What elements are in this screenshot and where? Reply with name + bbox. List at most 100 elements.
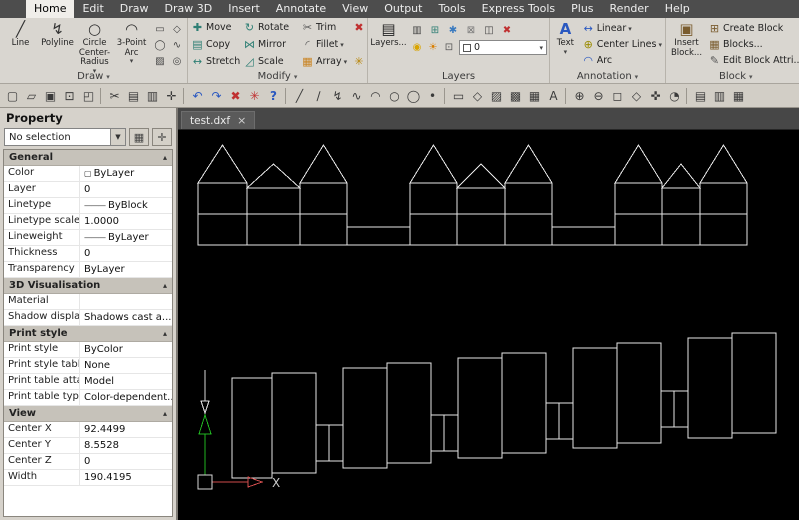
layers-manager-button[interactable]: ▤ Layers... — [370, 19, 407, 70]
menu-item[interactable]: Home — [26, 0, 75, 18]
help-icon[interactable]: ? — [264, 86, 283, 105]
table-icon[interactable]: ▦ — [525, 86, 544, 105]
donut-icon[interactable]: ◎ — [169, 54, 185, 69]
menu-item[interactable]: Output — [376, 0, 430, 18]
property-value[interactable]: ByColor — [80, 342, 172, 357]
ellipse-icon[interactable]: ◯ — [152, 38, 168, 53]
explode-button[interactable]: ✳ ▾ — [352, 53, 368, 70]
move-button[interactable]: ✚ Move ▾ — [190, 19, 242, 36]
create-block-button[interactable]: ⊞ Create Block — [707, 21, 799, 37]
layers-icon[interactable]: ▤ — [691, 86, 710, 105]
layer-off-icon[interactable]: ✖ — [499, 23, 515, 38]
three-point-arc-button[interactable]: ◠ 3-Point Arc ▾ — [113, 19, 150, 70]
bulb-icon[interactable]: ◉ — [409, 40, 425, 55]
layer-freeze-icon[interactable]: ✱ — [445, 23, 461, 38]
group-label-modify[interactable]: Modify ▾ — [190, 70, 365, 83]
layer-lock-icon[interactable]: ⊠ — [463, 23, 479, 38]
menu-item[interactable]: Express Tools — [474, 0, 564, 18]
menu-item[interactable]: Edit — [74, 0, 111, 18]
print-preview-icon[interactable]: ◰ — [79, 86, 98, 105]
print-layer-icon[interactable]: ⊡ — [441, 40, 457, 55]
undo-icon[interactable]: ↶ — [188, 86, 207, 105]
point-icon[interactable]: • — [423, 86, 442, 105]
construction-line-icon[interactable]: ∕ — [309, 86, 328, 105]
property-value[interactable] — [80, 294, 172, 309]
menu-item[interactable]: Annotate — [268, 0, 334, 18]
erase-button[interactable]: ✖ ▾ — [352, 19, 368, 36]
property-value[interactable]: 0 — [80, 182, 172, 197]
mirror-button[interactable]: ⋈ Mirror ▾ — [242, 36, 300, 53]
erase-icon[interactable]: ✖ — [226, 86, 245, 105]
menu-item[interactable]: Draw — [112, 0, 157, 18]
arc-dimension-button[interactable]: ◠ Arc ▾ — [581, 53, 663, 69]
layer-select[interactable]: 0 ▾ — [459, 40, 547, 55]
layer-isolate-icon[interactable]: ◫ — [481, 23, 497, 38]
print-icon[interactable]: ⊡ — [60, 86, 79, 105]
group-label-annotation[interactable]: Annotation ▾ — [552, 70, 663, 83]
text-button[interactable]: A Text ▾ — [552, 19, 579, 70]
section-header[interactable]: View ▴ — [4, 406, 172, 422]
property-value[interactable]: 8.5528 — [80, 438, 172, 453]
pan-icon[interactable]: ✜ — [646, 86, 665, 105]
sun-icon[interactable]: ☀ — [425, 40, 441, 55]
edit-block-attributes-button[interactable]: ✎ Edit Block Attri... — [707, 53, 799, 69]
paste-icon[interactable]: ▥ — [143, 86, 162, 105]
property-value[interactable]: ByLayer — [80, 262, 172, 277]
delete-duplicates-icon[interactable]: ✳ — [245, 86, 264, 105]
insert-block-button[interactable]: ▣ Insert Block... — [668, 19, 705, 70]
open-icon[interactable]: ▱ — [22, 86, 41, 105]
property-value[interactable]: 0 — [80, 454, 172, 469]
circle-icon[interactable]: ○ — [385, 86, 404, 105]
group-label-draw[interactable]: Draw ▾ — [2, 70, 185, 83]
menu-item[interactable]: Render — [602, 0, 657, 18]
stretch-button[interactable]: ↔ Stretch ▾ — [190, 53, 242, 70]
layer-new-icon[interactable]: ⊞ — [427, 23, 443, 38]
zoom-extents-icon[interactable]: ◇ — [627, 86, 646, 105]
center-lines-button[interactable]: ⊕ Center Lines ▾ — [581, 37, 663, 53]
circle-center-radius-button[interactable]: ○ Circle Center-Radius ▾ — [76, 19, 113, 74]
line-button[interactable]: ╱ Line ▾ — [2, 19, 39, 70]
redo-icon[interactable]: ↷ — [207, 86, 226, 105]
group-label-layers[interactable]: Layers ▾ — [370, 70, 547, 83]
copy-button[interactable]: ▤ Copy ▾ — [190, 36, 242, 53]
polyline-button[interactable]: ↯ Polyline ▾ — [39, 19, 76, 70]
zoom-window-icon[interactable]: ◻ — [608, 86, 627, 105]
property-value[interactable]: Color-dependent... — [80, 390, 172, 405]
zoom-out-icon[interactable]: ⊖ — [589, 86, 608, 105]
hatch-icon[interactable]: ▨ — [487, 86, 506, 105]
spline-icon[interactable]: ∿ — [347, 86, 366, 105]
property-value[interactable]: ——— ByBlock — [80, 198, 172, 213]
section-header[interactable]: Print style ▴ — [4, 326, 172, 342]
line-icon[interactable]: ╱ — [290, 86, 309, 105]
menu-item[interactable]: Tools — [430, 0, 473, 18]
document-tab[interactable]: test.dxf × — [181, 111, 256, 129]
rectangle-icon[interactable]: ▭ — [449, 86, 468, 105]
scale-button[interactable]: ◿ Scale ▾ — [242, 53, 300, 70]
copy-icon[interactable]: ▤ — [124, 86, 143, 105]
linear-dimension-button[interactable]: ↔ Linear ▾ — [581, 21, 663, 37]
property-value[interactable]: ▢ ByLayer — [80, 166, 172, 181]
properties-icon[interactable]: ▥ — [710, 86, 729, 105]
property-value[interactable]: Model — [80, 374, 172, 389]
selection-dropdown[interactable]: No selection ▼ — [4, 128, 126, 146]
group-label-block[interactable]: Block ▾ — [668, 70, 799, 83]
text-icon[interactable]: A — [544, 86, 563, 105]
menu-item[interactable]: Help — [657, 0, 698, 18]
blocks-icon[interactable]: ▦ — [729, 86, 748, 105]
rectangle-icon[interactable]: ▭ — [152, 22, 168, 37]
trim-button[interactable]: ✂ Trim ▾ — [300, 19, 352, 36]
arc-icon[interactable]: ◠ — [366, 86, 385, 105]
spline-icon[interactable]: ∿ — [169, 38, 185, 53]
ellipse-icon[interactable]: ◯ — [404, 86, 423, 105]
drawing-svg[interactable]: X — [178, 130, 799, 520]
polyline-icon[interactable]: ↯ — [328, 86, 347, 105]
section-header[interactable]: 3D Visualisation ▴ — [4, 278, 172, 294]
polygon-icon[interactable]: ◇ — [169, 22, 185, 37]
close-icon[interactable]: × — [237, 115, 246, 126]
match-properties-icon[interactable]: ✛ — [162, 86, 181, 105]
new-icon[interactable]: ▢ — [3, 86, 22, 105]
property-value[interactable]: 1.0000 — [80, 214, 172, 229]
fillet-button[interactable]: ◜ Fillet ▾ — [300, 36, 352, 53]
polygon-icon[interactable]: ◇ — [468, 86, 487, 105]
rotate-button[interactable]: ↻ Rotate ▾ — [242, 19, 300, 36]
